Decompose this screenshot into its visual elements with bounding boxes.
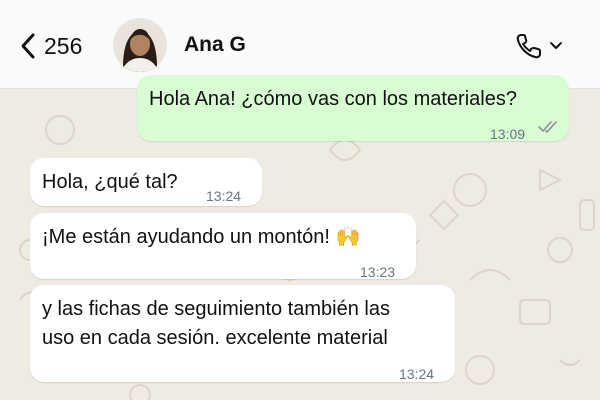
message-time: 13:24	[399, 366, 435, 382]
message-text-line-1: y las fichas de seguimiento también las	[42, 298, 390, 320]
message-text: Hola, ¿qué tal?	[42, 171, 178, 193]
message-bubble-incoming[interactable]: Hola, ¿qué tal? 13:24	[30, 158, 262, 206]
message-text: Hola Ana! ¿cómo vas con los materiales?	[149, 88, 517, 110]
message-bubble-incoming[interactable]: ¡Me están ayudando un montón! 🙌 13:23	[30, 213, 416, 280]
message-text-line-2: uso en cada sesión. excelente material	[42, 327, 388, 349]
chat-screen: 256 Ana G Hola Ana! ¿cómo vas con los ma…	[0, 0, 600, 400]
message-bubble-incoming[interactable]: y las fichas de seguimiento también las …	[30, 285, 455, 382]
message-bubble-outgoing[interactable]: Hola Ana! ¿cómo vas con los materiales? …	[137, 75, 569, 142]
double-check-icon	[538, 121, 557, 133]
back-button[interactable]: 256	[18, 30, 82, 62]
phone-icon	[516, 34, 541, 59]
message-time: 13:24	[206, 188, 242, 204]
message-text: ¡Me están ayudando un montón! 🙌	[42, 226, 361, 248]
contact-name[interactable]: Ana G	[184, 33, 246, 57]
unread-count: 256	[44, 32, 83, 59]
message-time: 13:23	[360, 264, 396, 280]
contact-photo	[113, 18, 167, 72]
avatar[interactable]	[113, 18, 167, 72]
call-button[interactable]	[515, 30, 567, 62]
chevron-down-icon	[550, 42, 562, 49]
message-time: 13:09	[490, 126, 526, 142]
chevron-left-icon	[21, 33, 35, 59]
